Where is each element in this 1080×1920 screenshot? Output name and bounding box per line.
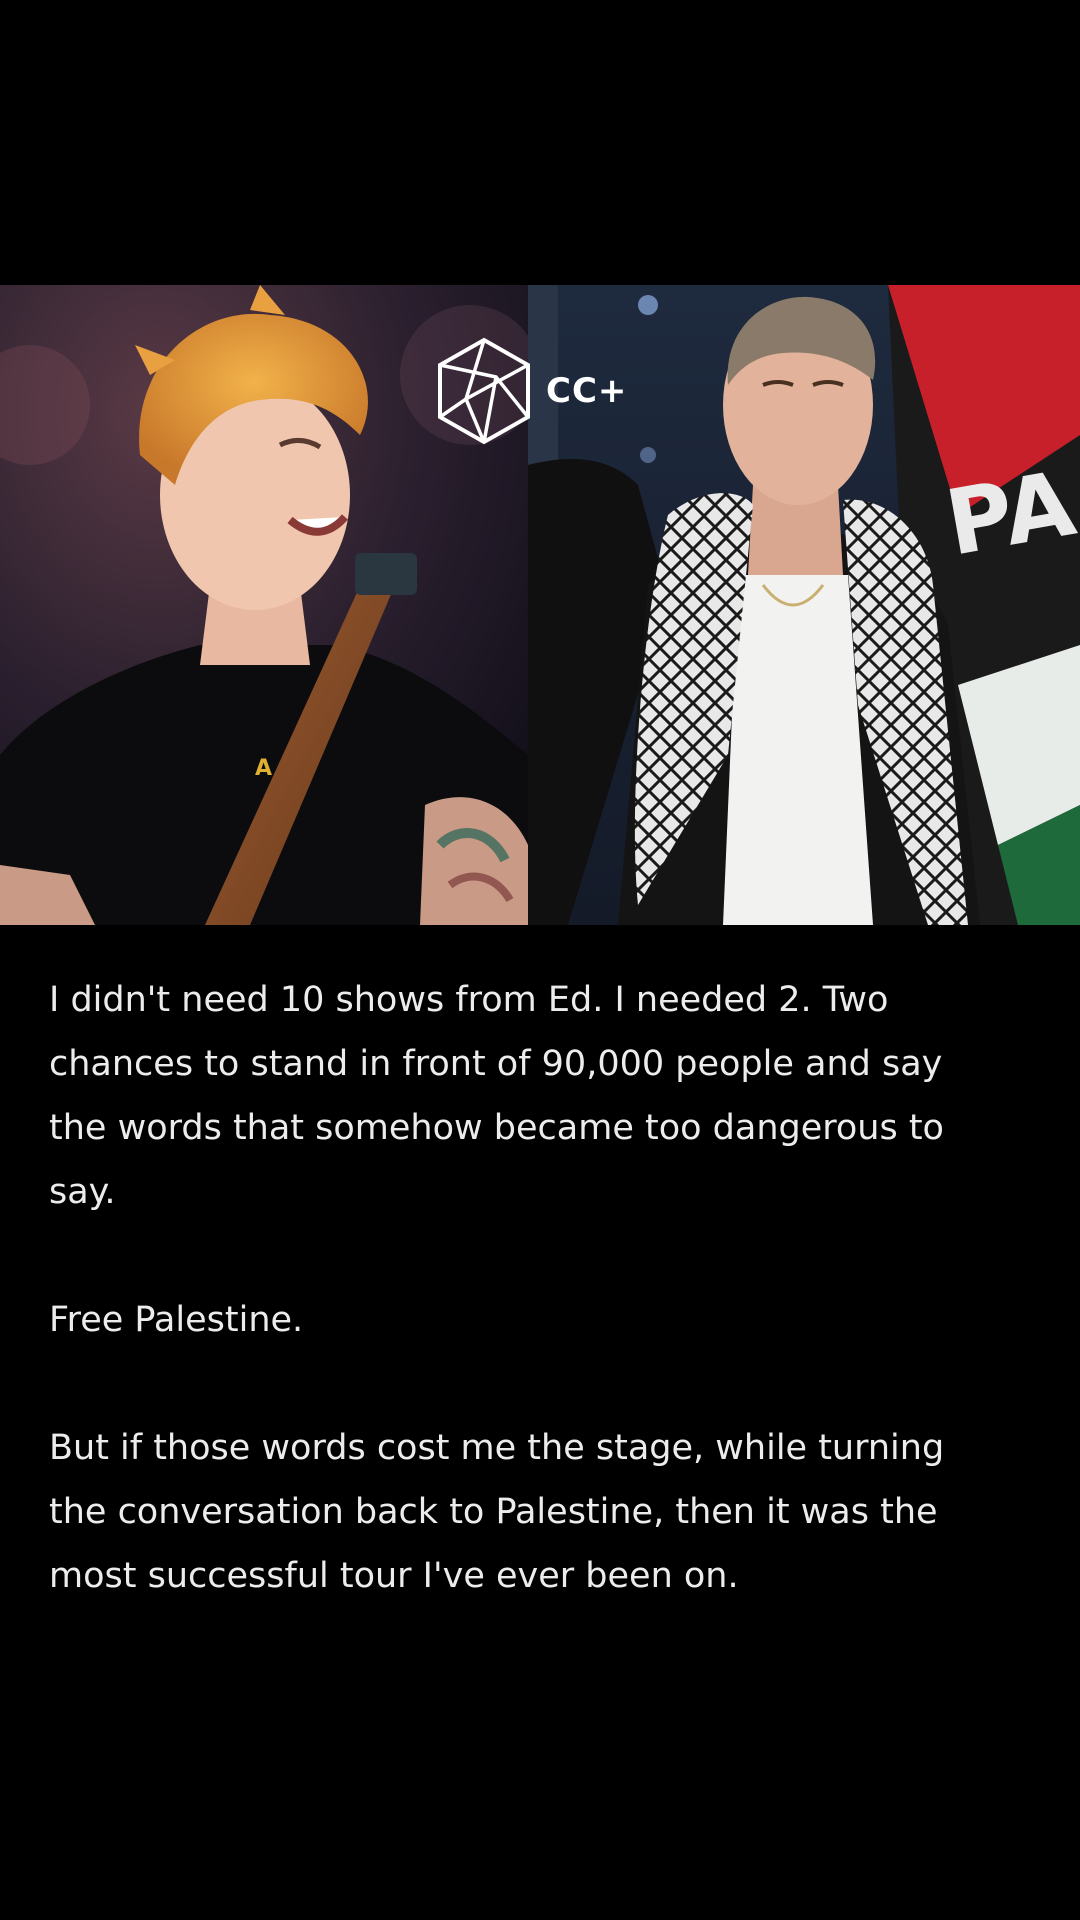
paragraph-1: I didn't need 10 shows from Ed. I needed…: [49, 980, 944, 1212]
cc-plus-logo: CC+: [436, 337, 627, 445]
paragraph-2: Free Palestine.: [49, 1300, 304, 1340]
shirt-text: A: [255, 756, 272, 781]
logo-text: CC+: [546, 371, 628, 411]
paragraph-3: But if those words cost me the stage, wh…: [49, 1428, 945, 1596]
post-text-body: I didn't need 10 shows from Ed. I needed…: [49, 968, 1009, 1672]
hexagon-cube-icon: [438, 337, 530, 445]
flag-text: PA: [939, 451, 1080, 577]
